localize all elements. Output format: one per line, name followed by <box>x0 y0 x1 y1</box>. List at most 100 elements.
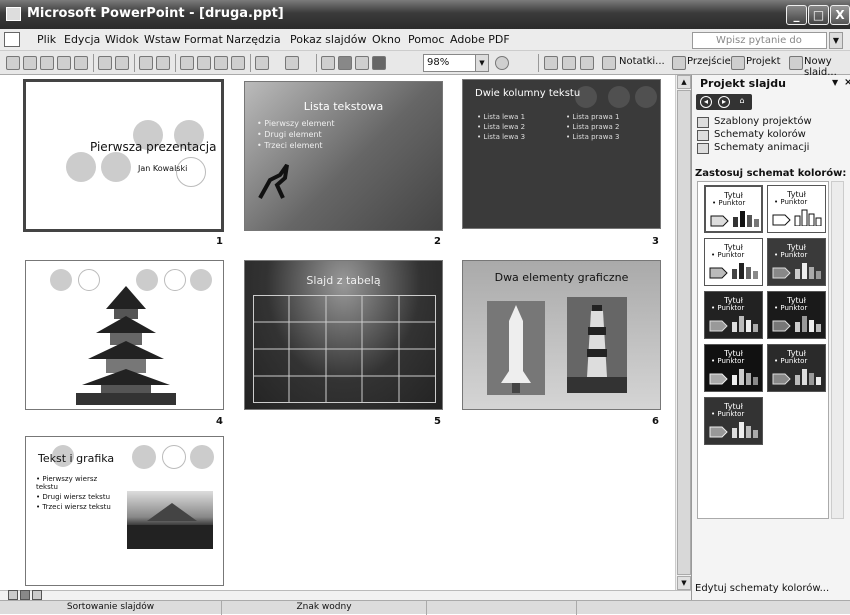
slide-thumbnail[interactable]: Slajd z tabelą <box>244 260 443 410</box>
scroll-thumb[interactable] <box>677 90 691 575</box>
redo-icon[interactable] <box>285 56 299 70</box>
open-icon[interactable] <box>23 56 37 70</box>
cut-icon[interactable] <box>180 56 194 70</box>
menu-edycja[interactable]: Edycja <box>64 33 100 46</box>
slide-thumbnail[interactable]: Dwie kolumny tekstu • Lista lewa 1 • Lis… <box>462 79 661 229</box>
menu-plik[interactable]: Plik <box>37 33 56 46</box>
edit-color-schemes-link[interactable]: Edytuj schematy kolorów... <box>695 583 829 594</box>
undo-icon[interactable] <box>255 56 269 70</box>
color-scheme-tile[interactable]: Tytuł • Punktor <box>704 291 763 339</box>
zoom-select[interactable]: 98% ▼ <box>423 54 489 72</box>
scheme-list-scrollbar[interactable] <box>831 181 844 519</box>
list-text: Lista prawa 1 <box>572 113 620 121</box>
new-icon[interactable] <box>6 56 20 70</box>
color-scheme-tile[interactable]: Tytuł • Punktor <box>767 238 826 286</box>
menu-narzedzia[interactable]: Narzędzia <box>226 33 281 46</box>
expand-all-icon[interactable] <box>321 56 335 70</box>
list-text: Lista lewa 1 <box>483 113 526 121</box>
design-icon[interactable] <box>731 56 745 70</box>
hide-slide-icon[interactable] <box>562 56 576 70</box>
minimize-button[interactable]: _ <box>786 5 807 25</box>
home-icon[interactable]: ⌂ <box>736 96 748 108</box>
task-pane-title: Projekt slajdu <box>700 77 786 90</box>
color-scheme-tile[interactable]: Tytuł • Punktor <box>767 185 826 233</box>
normal-view-icon[interactable] <box>8 590 18 600</box>
save-icon[interactable] <box>40 56 54 70</box>
spelling-icon[interactable] <box>139 56 153 70</box>
color-scheme-tile[interactable]: Tytuł • Punktor <box>767 291 826 339</box>
menu-wstaw[interactable]: Wstaw <box>144 33 181 46</box>
scheme-bullet: • Punktor <box>774 357 808 365</box>
slide-sorter-view-icon[interactable] <box>20 590 30 600</box>
color-scheme-tile[interactable]: Tytuł • Punktor <box>704 397 763 445</box>
summary-slide-icon[interactable] <box>602 56 616 70</box>
horizontal-scrollbar[interactable] <box>0 590 691 600</box>
slide-thumbnail[interactable]: Pierwsza prezentacja Jan Kowalski <box>23 79 224 232</box>
bar-chart-icon <box>732 422 758 438</box>
menu-adobe-pdf[interactable]: Adobe PDF <box>450 33 510 46</box>
rehearse-timings-icon[interactable] <box>580 56 594 70</box>
menu-widok[interactable]: Widok <box>105 33 139 46</box>
powerpoint-app-icon[interactable] <box>6 7 21 21</box>
transition-icon[interactable] <box>672 56 686 70</box>
bar-chart-icon <box>794 209 822 226</box>
slide-decor-circle <box>190 445 214 469</box>
color-schemes-link[interactable]: Schematy kolorów <box>714 129 806 140</box>
bullet-text: Pierwszy element <box>264 119 335 128</box>
notes-button[interactable]: Notatki... <box>619 56 665 67</box>
slide-number: 1 <box>216 236 223 247</box>
vertical-scrollbar[interactable]: ▲ ▼ <box>675 75 691 590</box>
color-grayscale-icon[interactable] <box>372 56 386 70</box>
bar-chart-icon <box>732 263 758 279</box>
research-icon[interactable] <box>156 56 170 70</box>
color-scheme-tile[interactable]: Tytuł • Punktor <box>704 238 763 286</box>
slide-show-view-icon[interactable] <box>32 590 42 600</box>
print-icon[interactable] <box>98 56 112 70</box>
right-list-item: • Lista prawa 3 <box>566 133 620 141</box>
copy-icon[interactable] <box>197 56 211 70</box>
help-icon[interactable] <box>495 56 509 70</box>
slide-thumbnail[interactable]: Lista tekstowa • Pierwszy element • Drug… <box>244 81 443 231</box>
design-templates-link[interactable]: Szablony projektów <box>714 116 812 127</box>
back-icon[interactable]: ◂ <box>700 96 712 108</box>
toolbar-separator <box>175 54 176 72</box>
format-painter-icon[interactable] <box>231 56 245 70</box>
email-icon[interactable] <box>74 56 88 70</box>
slide-decor-circle <box>635 86 657 108</box>
new-slide-icon[interactable] <box>789 56 803 70</box>
zoom-dropdown-icon[interactable]: ▼ <box>475 55 488 71</box>
menu-format[interactable]: Format <box>184 33 223 46</box>
grid-icon[interactable] <box>355 56 369 70</box>
print-preview-icon[interactable] <box>115 56 129 70</box>
maximize-button[interactable]: □ <box>808 5 829 25</box>
slide-thumbnail[interactable]: Tekst i grafika • Pierwszy wiersz tekstu… <box>25 436 224 586</box>
slide-title: Tekst i grafika <box>38 452 115 465</box>
show-formatting-icon[interactable] <box>338 56 352 70</box>
transition-button[interactable]: Przejście <box>687 56 731 67</box>
color-scheme-tile[interactable]: Tytuł • Punktor <box>767 344 826 392</box>
color-scheme-tile[interactable]: Tytuł • Punktor <box>704 185 763 233</box>
color-scheme-tile[interactable]: Tytuł • Punktor <box>704 344 763 392</box>
slide-thumbnail[interactable] <box>25 260 224 410</box>
slide-title: Slajd z tabelą <box>306 274 381 287</box>
scroll-up-icon[interactable]: ▲ <box>677 75 691 89</box>
scroll-down-icon[interactable]: ▼ <box>677 576 691 590</box>
help-dropdown-icon[interactable]: ▼ <box>829 32 843 49</box>
forward-icon[interactable]: ▸ <box>718 96 730 108</box>
design-button[interactable]: Projekt <box>746 56 781 67</box>
task-pane-menu-icon[interactable]: ▼ <box>832 78 838 87</box>
slide-show-icon[interactable] <box>544 56 558 70</box>
help-search-input[interactable]: Wpisz pytanie do Pomocy <box>692 32 827 61</box>
menu-okno[interactable]: Okno <box>372 33 401 46</box>
document-icon[interactable] <box>4 32 20 47</box>
menu-pokaz-slajdow[interactable]: Pokaz slajdów <box>290 33 366 46</box>
slide-thumbnail[interactable]: Dwa elementy graficzne <box>462 260 661 410</box>
paste-icon[interactable] <box>214 56 228 70</box>
menu-pomoc[interactable]: Pomoc <box>408 33 444 46</box>
arrow-shape-icon <box>772 320 791 332</box>
permission-icon[interactable] <box>57 56 71 70</box>
close-button[interactable]: X <box>830 5 850 25</box>
animation-schemes-link[interactable]: Schematy animacji <box>714 142 809 153</box>
task-pane-close-icon[interactable]: × <box>844 77 850 88</box>
bar-chart-icon <box>733 211 759 227</box>
